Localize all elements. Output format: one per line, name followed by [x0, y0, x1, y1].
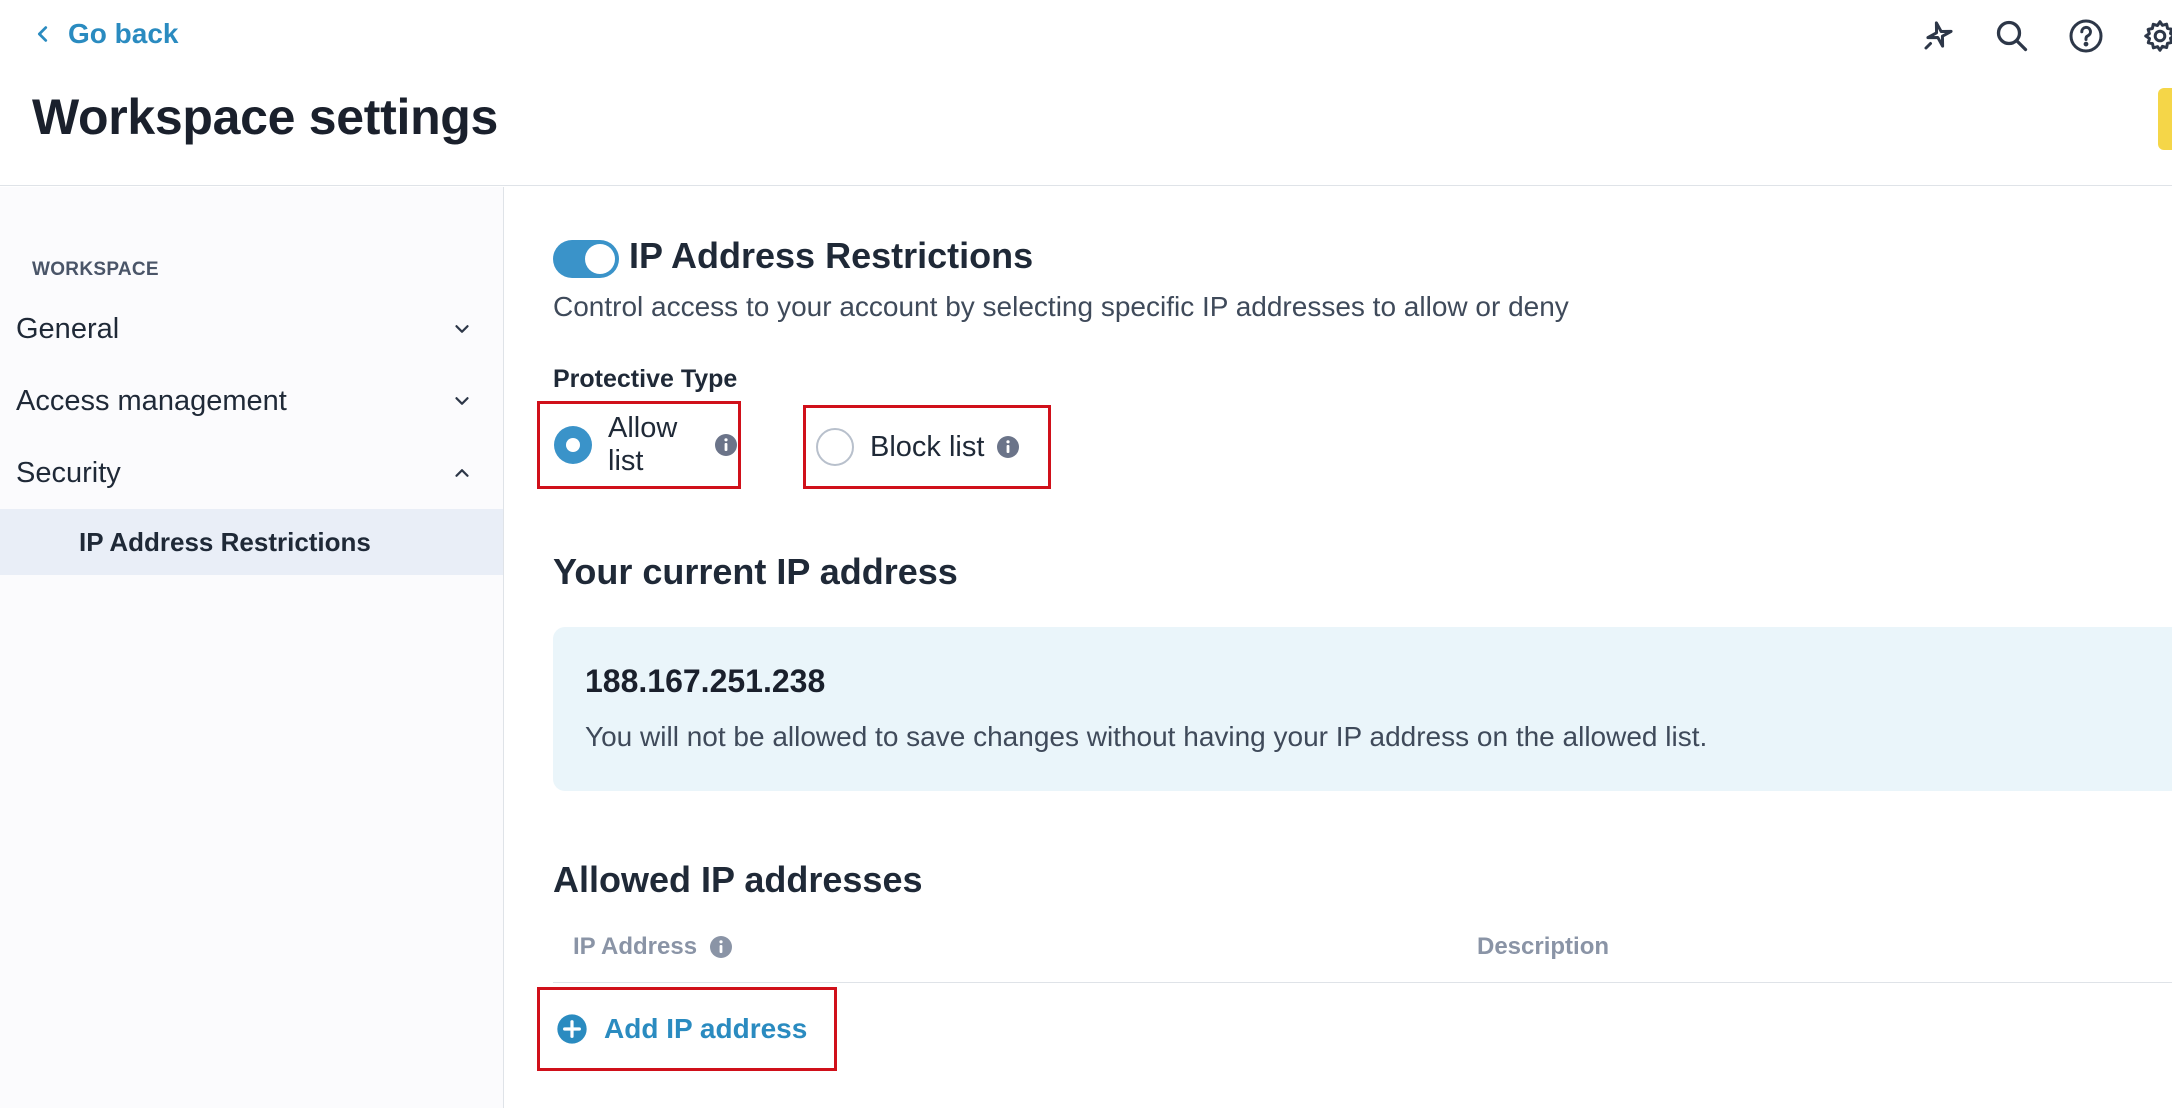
protective-type-label: Protective Type — [553, 365, 738, 393]
sidebar-item-label: Access management — [16, 384, 287, 417]
current-ip-value: 188.167.251.238 — [585, 663, 826, 699]
go-back-link[interactable]: Go back — [32, 18, 178, 50]
go-back-label: Go back — [68, 18, 179, 49]
chevron-left-icon — [37, 26, 48, 42]
add-ip-address-button[interactable]: Add IP address — [537, 987, 837, 1071]
chevron-down-icon — [455, 397, 469, 405]
gear-icon[interactable] — [2140, 16, 2172, 56]
top-toolbar — [1918, 16, 2172, 56]
plus-circle-icon — [557, 1014, 587, 1044]
sidebar-section-title: WORKSPACE — [32, 259, 159, 280]
sparkle-icon[interactable] — [1918, 16, 1958, 56]
current-ip-note: You will not be allowed to save changes … — [585, 721, 1708, 752]
current-ip-card: 188.167.251.238 You will not be allowed … — [553, 627, 2172, 791]
radio-unselected-icon — [816, 428, 854, 466]
section-description: Control access to your account by select… — [553, 291, 1569, 322]
sidebar-item-ip-address-restrictions[interactable]: IP Address Restrictions — [0, 509, 503, 575]
info-icon[interactable] — [996, 435, 1020, 459]
section-title: IP Address Restrictions — [629, 235, 1034, 276]
allowed-ip-heading: Allowed IP addresses — [553, 859, 923, 900]
feedback-tab[interactable] — [2158, 88, 2172, 150]
chevron-up-icon — [455, 469, 469, 477]
page-header: Go back Workspace settings — [0, 0, 2172, 186]
help-icon[interactable] — [2066, 16, 2106, 56]
column-header-description: Description — [1477, 933, 1610, 960]
radio-selected-icon — [554, 426, 592, 464]
block-list-radio[interactable]: Block list — [803, 405, 1051, 489]
sidebar-item-label: General — [16, 312, 120, 345]
table-header: IP Address Description — [553, 923, 2172, 983]
allow-list-label: Allow list — [608, 412, 678, 477]
block-list-label: Block list — [870, 430, 985, 463]
ip-restrictions-toggle[interactable] — [553, 240, 619, 278]
sidebar-item-label: Security — [16, 456, 121, 489]
sidebar-item-access-management[interactable]: Access management — [0, 369, 503, 433]
sidebar: WORKSPACE General Access management Secu… — [0, 187, 504, 1108]
page-title: Workspace settings — [32, 89, 499, 145]
search-icon[interactable] — [1992, 16, 2032, 56]
info-icon[interactable] — [714, 433, 738, 457]
toggle-knob — [585, 244, 615, 274]
main-content: IP Address Restrictions Control access t… — [505, 187, 2172, 1108]
add-ip-address-label: Add IP address — [604, 1013, 808, 1044]
allow-list-radio[interactable]: Allow list — [537, 401, 741, 489]
column-header-label: IP Address — [573, 933, 698, 960]
info-icon[interactable] — [709, 935, 733, 959]
sidebar-item-security[interactable]: Security — [0, 441, 503, 505]
sidebar-item-general[interactable]: General — [0, 297, 503, 361]
column-header-ip-address: IP Address — [573, 933, 733, 961]
chevron-down-icon — [455, 325, 469, 333]
current-ip-heading: Your current IP address — [553, 551, 958, 592]
